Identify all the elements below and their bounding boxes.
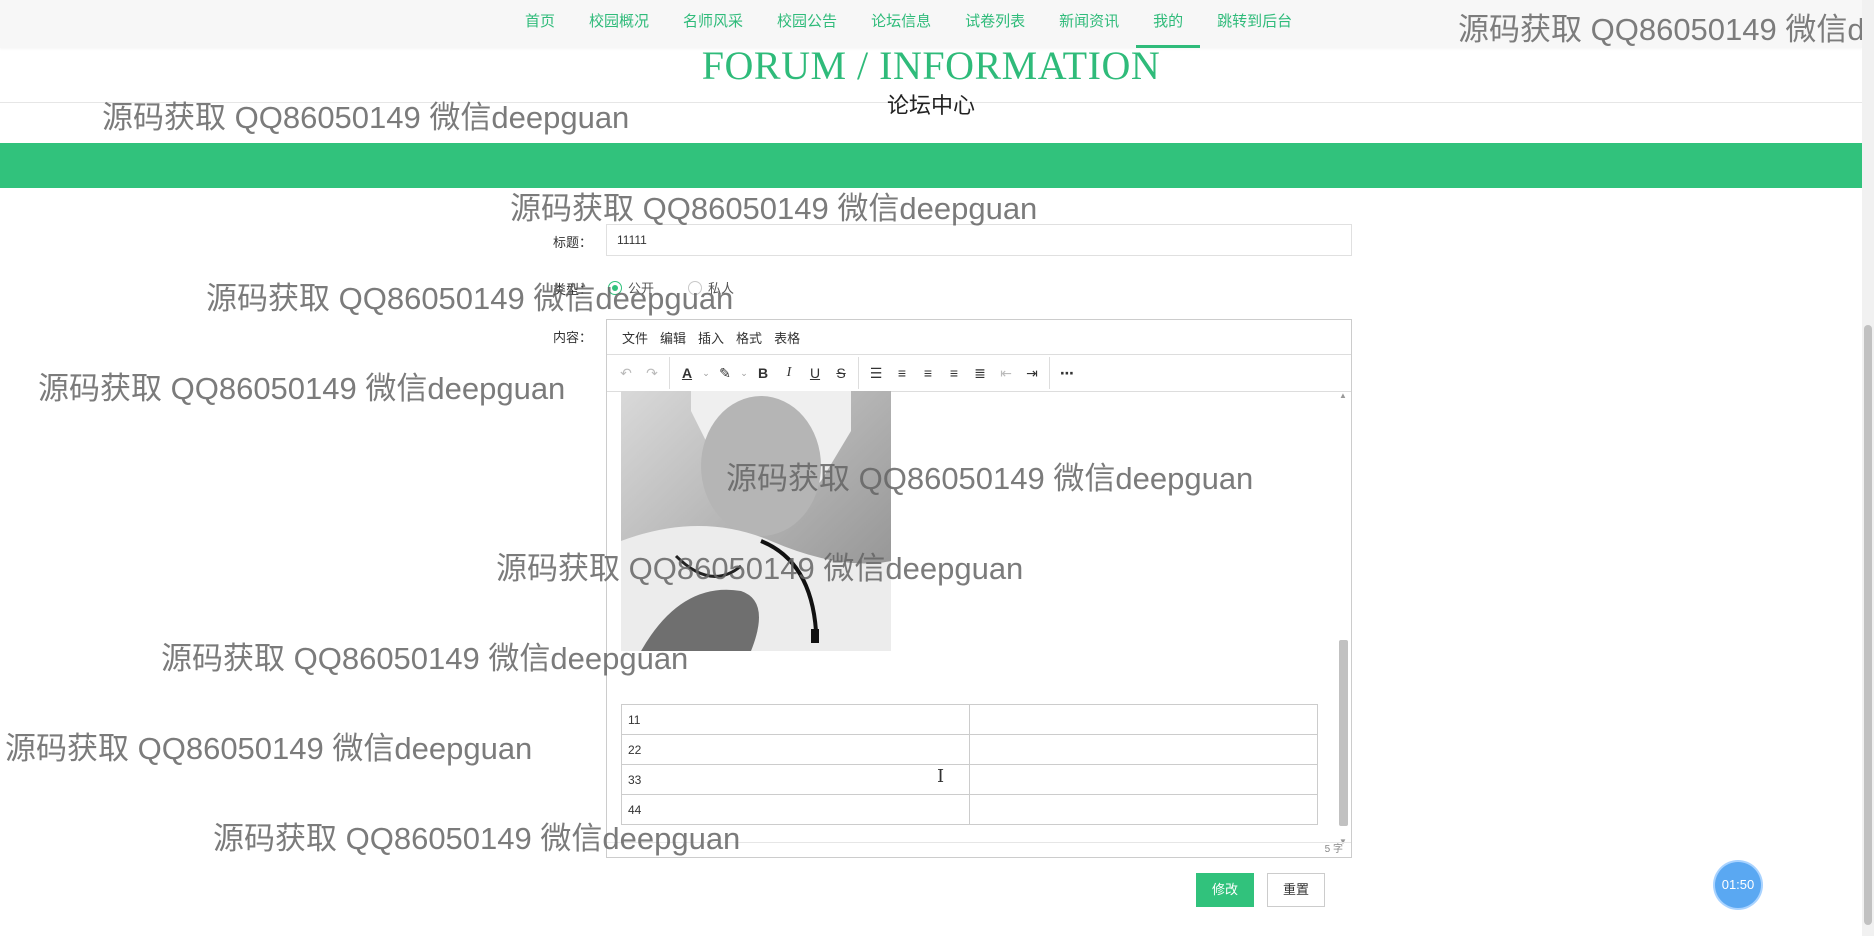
table-cell[interactable]	[969, 734, 1318, 765]
align-right-icon[interactable]: ≡	[941, 359, 967, 387]
nav-link-admin[interactable]: 跳转到后台	[1200, 0, 1309, 48]
menu-insert[interactable]: 插入	[692, 328, 730, 347]
menu-table[interactable]: 表格	[768, 328, 806, 347]
numbered-list-icon[interactable]: ☰	[863, 359, 889, 387]
rich-text-editor: 文件 编辑 插入 格式 表格 ↶ ↷ A ⌄ ✎ ⌄ B I U S ☰ ≡ ≡…	[606, 319, 1352, 858]
scroll-up-icon[interactable]: ▲	[1339, 391, 1347, 400]
align-left-icon[interactable]: ≡	[889, 359, 915, 387]
text-cursor-icon: I	[937, 766, 945, 787]
type-label: 类型：	[552, 282, 592, 297]
table-row: 22	[621, 734, 1318, 765]
editor-content[interactable]: 11 22 33 44	[607, 391, 1351, 843]
more-icon[interactable]: ⋯	[1054, 359, 1080, 387]
editor-scroll-thumb[interactable]	[1339, 640, 1348, 826]
editor-toolbar: ↶ ↷ A ⌄ ✎ ⌄ B I U S ☰ ≡ ≡ ≡ ≣ ⇤ ⇥ ⋯	[607, 355, 1351, 392]
highlight-icon[interactable]: ✎	[712, 359, 738, 387]
table-cell[interactable]	[969, 704, 1318, 735]
radio-private[interactable]	[688, 280, 703, 295]
nav-link-teachers[interactable]: 名师风采	[666, 0, 760, 48]
nav-link-papers[interactable]: 试卷列表	[948, 0, 1042, 48]
nav-link-forum[interactable]: 论坛信息	[854, 0, 948, 48]
justify-icon[interactable]: ≣	[967, 359, 993, 387]
table-cell[interactable]: 44	[621, 794, 970, 825]
watermark: 源码获取 QQ86050149 微信deepguan	[38, 371, 566, 406]
table-row: 44	[621, 794, 1318, 825]
undo-icon[interactable]: ↶	[613, 359, 639, 387]
table-row: 11	[621, 704, 1318, 735]
reset-button[interactable]: 重置	[1267, 873, 1325, 907]
table-cell[interactable]: 33	[621, 764, 970, 795]
table-row: 33	[621, 764, 1318, 795]
indent-icon[interactable]: ⇥	[1019, 359, 1045, 387]
underline-icon[interactable]: U	[802, 359, 828, 387]
table-cell[interactable]: 11	[621, 704, 970, 735]
chevron-down-icon[interactable]: ⌄	[700, 359, 712, 387]
timer-badge[interactable]: 01:50	[1715, 862, 1761, 908]
word-count: 5 字	[607, 842, 1351, 857]
save-button[interactable]: 修改	[1196, 873, 1254, 907]
nav-link-mine[interactable]: 我的	[1136, 0, 1201, 48]
editor-table[interactable]: 11 22 33 44	[621, 704, 1318, 825]
align-center-icon[interactable]: ≡	[915, 359, 941, 387]
nav-link-campus[interactable]: 校园概况	[572, 0, 666, 48]
editor-menubar: 文件 编辑 插入 格式 表格	[607, 320, 1351, 355]
chevron-down-icon[interactable]: ⌄	[738, 359, 750, 387]
menu-edit[interactable]: 编辑	[654, 328, 692, 347]
menu-format[interactable]: 格式	[730, 328, 768, 347]
page-scroll-thumb[interactable]	[1864, 325, 1872, 925]
table-cell[interactable]	[969, 764, 1318, 795]
radio-private-label[interactable]: 私人	[708, 278, 734, 297]
toolbar-divider	[1049, 357, 1050, 389]
nav-link-news[interactable]: 新闻资讯	[1042, 0, 1136, 48]
toolbar-divider	[858, 357, 859, 389]
page-title-en: FORUM / INFORMATION	[701, 43, 1161, 88]
page-scrollbar[interactable]	[1862, 0, 1874, 936]
redo-icon[interactable]: ↷	[639, 359, 665, 387]
title-input[interactable]: 11111	[606, 224, 1352, 256]
content-label: 内容：	[552, 330, 592, 345]
font-color-icon[interactable]: A	[674, 359, 700, 387]
watermark: 源码获取 QQ86050149 微信deepguan	[5, 731, 533, 766]
editor-scrollbar[interactable]: ▲ ▼	[1337, 391, 1349, 846]
nav-link-home[interactable]: 首页	[508, 0, 572, 48]
type-radio-group: 公开 私人	[608, 278, 768, 297]
toolbar-divider	[669, 357, 670, 389]
nav-link-notices[interactable]: 校园公告	[760, 0, 854, 48]
table-cell[interactable]	[969, 794, 1318, 825]
radio-public-label[interactable]: 公开	[628, 278, 654, 297]
title-label: 标题：	[552, 235, 592, 250]
menu-file[interactable]: 文件	[616, 328, 654, 347]
strikethrough-icon[interactable]: S	[828, 359, 854, 387]
page-title: 论坛中心	[886, 93, 975, 118]
radio-public[interactable]	[608, 280, 622, 295]
bold-icon[interactable]: B	[750, 359, 776, 387]
inserted-photo[interactable]	[621, 391, 891, 651]
outdent-icon[interactable]: ⇤	[993, 359, 1019, 387]
nav-links: 首页 校园概况 名师风采 校园公告 论坛信息 试卷列表 新闻资讯 我的 跳转到后…	[508, 0, 1309, 48]
watermark: 源码获取 QQ86050149 微信deepguan	[510, 191, 1038, 226]
italic-icon[interactable]: I	[776, 359, 802, 387]
table-cell[interactable]: 22	[621, 734, 970, 765]
green-banner	[0, 143, 1862, 188]
